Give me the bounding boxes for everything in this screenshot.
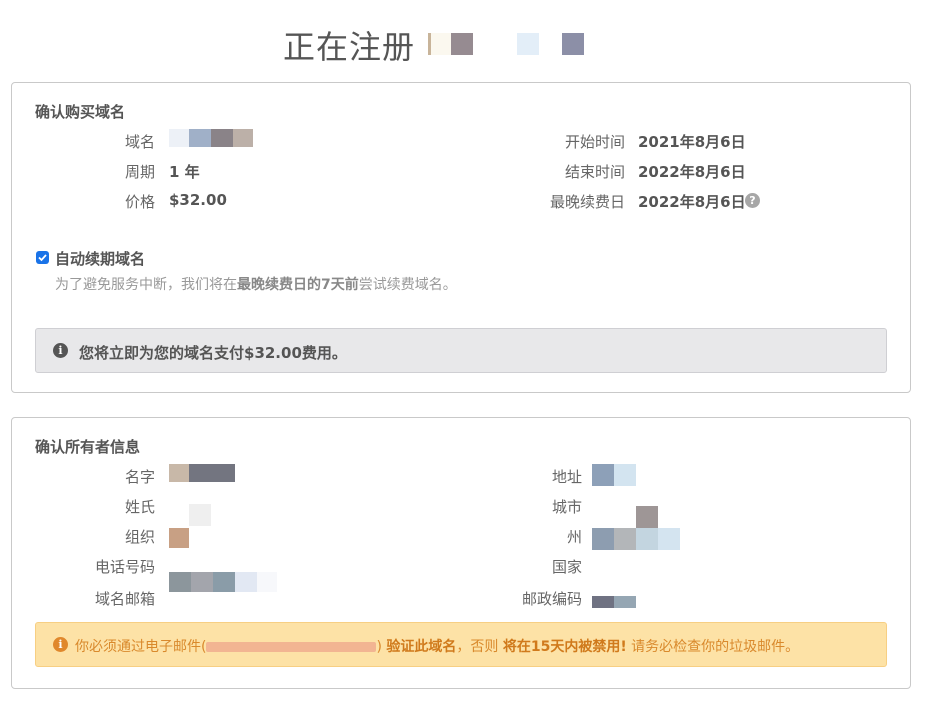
start-time-value: 2021年8月6日: [638, 133, 746, 151]
redacted-phone-email: [213, 572, 235, 592]
payment-info-alert: i 您将立即为您的域名支付$32.00费用。: [35, 328, 887, 373]
redacted-postcode: [614, 596, 636, 608]
card-title: 确认购买域名: [35, 103, 126, 121]
redacted-domain-title: [517, 33, 539, 55]
redacted-email: [206, 642, 377, 652]
surname-label: 姓氏: [124, 498, 155, 516]
redacted-postcode: [592, 596, 614, 608]
redacted-phone-email: [169, 572, 191, 592]
auto-renew-note: 为了避免服务中断，我们将在最晚续费日的7天前尝试续费域名。: [55, 277, 457, 293]
price-value: $32.00: [169, 191, 227, 209]
redacted-name: [189, 464, 235, 482]
page-title: 正在注册: [283, 28, 416, 66]
redacted-domain-title: [562, 33, 584, 55]
auto-renew-label[interactable]: 自动续期域名: [55, 248, 145, 269]
latest-renew-label: 最晚续费日: [549, 193, 625, 211]
start-time-label: 开始时间: [564, 133, 625, 151]
payment-info-text: 您将立即为您的域名支付$32.00费用。: [79, 344, 347, 362]
redacted-surname: [189, 504, 211, 526]
email-verify-text: 你必须通过电子邮件() 验证此域名，否则 将在15天内被禁用! 请务必检查你的垃…: [75, 639, 800, 655]
confirm-owner-card: 确认所有者信息 名字 姓氏 组织 电话号码 域名邮箱 地址 城市 州 国家 邮政…: [11, 417, 911, 689]
redacted-domain-value: [189, 129, 211, 147]
redacted-state: [658, 528, 680, 550]
confirm-domain-card: 确认购买域名 域名 周期 1 年 价格 $32.00 开始时间 2021年8月6…: [11, 82, 911, 393]
redacted-state: [614, 528, 636, 550]
redacted-state: [592, 528, 614, 550]
state-label: 州: [566, 528, 582, 546]
address-label: 地址: [551, 468, 582, 486]
domain-label: 域名: [124, 133, 155, 151]
redacted-city: [636, 506, 658, 528]
redacted-domain-value: [211, 129, 233, 147]
redacted-domain-title: [451, 33, 473, 55]
redacted-address: [592, 464, 614, 486]
end-time-label: 结束时间: [564, 163, 625, 181]
info-circle-icon: i: [53, 637, 68, 652]
period-label: 周期: [124, 163, 155, 181]
redacted-phone-email: [257, 572, 277, 592]
info-circle-icon: i: [53, 343, 68, 358]
redacted-domain-title: [431, 33, 451, 55]
end-time-value: 2022年8月6日: [638, 163, 746, 181]
redacted-state: [636, 528, 658, 550]
country-label: 国家: [551, 558, 582, 576]
redacted-name: [169, 464, 189, 482]
redacted-phone-email: [235, 572, 257, 592]
postcode-label: 邮政编码: [521, 590, 582, 608]
redacted-domain-value: [169, 129, 189, 147]
email-label: 域名邮箱: [94, 590, 155, 608]
redacted-org: [169, 528, 189, 548]
card-title: 确认所有者信息: [35, 438, 141, 456]
auto-renew-checkbox[interactable]: [36, 251, 49, 264]
period-value: 1 年: [169, 163, 200, 181]
latest-renew-value: 2022年8月6日: [638, 193, 746, 211]
price-label: 价格: [124, 193, 155, 211]
name-label: 名字: [124, 468, 155, 486]
question-circle-icon[interactable]: ?: [745, 193, 760, 208]
redacted-address: [614, 464, 636, 486]
redacted-phone-email: [191, 572, 213, 592]
redacted-domain-value: [233, 129, 253, 147]
org-label: 组织: [124, 528, 155, 546]
city-label: 城市: [551, 498, 582, 516]
email-verify-alert: i 你必须通过电子邮件() 验证此域名，否则 将在15天内被禁用! 请务必检查你…: [35, 622, 887, 667]
phone-label: 电话号码: [94, 558, 155, 576]
